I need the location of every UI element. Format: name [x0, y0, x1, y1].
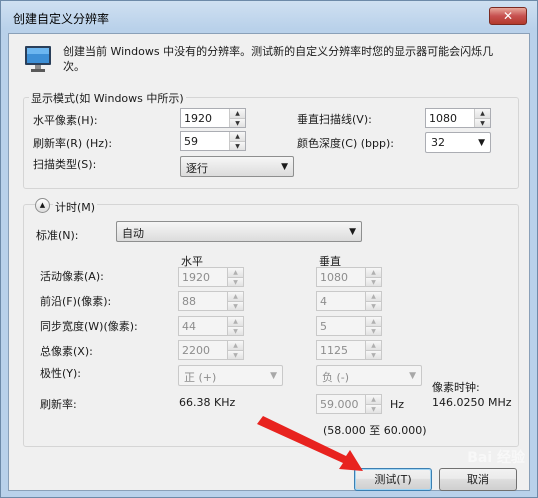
active-pixels-label: 活动像素(A):	[40, 270, 104, 283]
spinner-arrows[interactable]: ▲ ▼	[227, 292, 243, 310]
standard-dropdown[interactable]: 自动 ▼	[116, 221, 362, 242]
spinner-arrows[interactable]: ▲ ▼	[365, 395, 381, 413]
total-pixels-v-spinner[interactable]: 1125 ▲ ▼	[316, 340, 382, 360]
spinner-arrows[interactable]: ▲ ▼	[229, 132, 245, 150]
refresh-rate-label: 刷新率(R) (Hz):	[33, 137, 113, 150]
refresh-label: 刷新率:	[40, 398, 77, 411]
title-bar[interactable]: 创建自定义分辨率 ✕	[1, 1, 537, 33]
total-pixels-v-value: 1125	[320, 344, 348, 357]
scan-type-dropdown[interactable]: 逐行 ▼	[180, 156, 294, 177]
front-porch-v-value: 4	[320, 295, 327, 308]
polarity-h-value: 正 (+)	[184, 371, 217, 384]
vertical-refresh-spinner[interactable]: 59.000 ▲ ▼	[316, 394, 382, 414]
chevron-up-icon: ▲	[39, 201, 46, 209]
spinner-arrows[interactable]: ▲ ▼	[227, 268, 243, 286]
vertical-lines-value: 1080	[429, 112, 457, 125]
window-title: 创建自定义分辨率	[13, 12, 110, 26]
spinner-arrows[interactable]: ▲ ▼	[229, 109, 245, 127]
vertical-refresh-unit: Hz	[390, 398, 405, 411]
spinner-arrows[interactable]: ▲ ▼	[365, 292, 381, 310]
spinner-arrows[interactable]: ▲ ▼	[474, 109, 490, 127]
scan-type-value: 逐行	[186, 162, 208, 175]
polarity-label: 极性(Y):	[40, 367, 82, 380]
vertical-lines-spinner[interactable]: 1080 ▲ ▼	[425, 108, 491, 128]
test-button[interactable]: 测试(T)	[354, 468, 432, 491]
color-depth-dropdown[interactable]: 32 ▼	[425, 132, 491, 153]
polarity-h-dropdown[interactable]: 正 (+) ▼	[178, 365, 283, 386]
polarity-v-value: 负 (-)	[322, 371, 350, 384]
horizontal-pixels-value: 1920	[184, 112, 212, 125]
horizontal-refresh-value: 66.38 KHz	[179, 396, 236, 409]
spinner-arrows[interactable]: ▲ ▼	[227, 317, 243, 335]
horizontal-pixels-spinner[interactable]: 1920 ▲ ▼	[180, 108, 246, 128]
dialog-client-area: 创建当前 Windows 中没有的分辨率。测试新的自定义分辨率时您的显示器可能会…	[8, 33, 530, 491]
dialog-window: 创建自定义分辨率 ✕ 创建当前 Windows 中没有的分辨率。测试新的自定义分…	[0, 0, 538, 498]
pixel-clock-label: 像素时钟:	[432, 381, 480, 394]
collapse-timing-button[interactable]: ▲	[35, 198, 50, 213]
active-pixels-h-value: 1920	[182, 271, 210, 284]
timing-group-label: 计时(M)	[53, 199, 98, 215]
monitor-icon	[23, 44, 53, 74]
refresh-range: (58.000 至 60.000)	[323, 424, 427, 437]
total-pixels-h-spinner[interactable]: 2200 ▲ ▼	[178, 340, 244, 360]
spinner-arrows[interactable]: ▲ ▼	[227, 341, 243, 359]
sync-width-v-spinner[interactable]: 5 ▲ ▼	[316, 316, 382, 336]
color-depth-value: 32	[431, 136, 445, 149]
chevron-down-icon: ▼	[349, 227, 356, 237]
horizontal-pixels-label: 水平像素(H):	[33, 114, 98, 127]
color-depth-label: 颜色深度(C) (bpp):	[297, 137, 394, 150]
spinner-arrows[interactable]: ▲ ▼	[365, 341, 381, 359]
front-porch-h-value: 88	[182, 295, 196, 308]
polarity-v-dropdown[interactable]: 负 (-) ▼	[316, 365, 422, 386]
spinner-arrows[interactable]: ▲ ▼	[365, 317, 381, 335]
refresh-rate-value: 59	[184, 135, 198, 148]
cancel-button[interactable]: 取消	[439, 468, 517, 491]
standard-label: 标准(N):	[36, 229, 79, 242]
sync-width-h-value: 44	[182, 320, 196, 333]
chevron-down-icon: ▼	[409, 371, 416, 381]
sync-width-label: 同步宽度(W)(像素):	[40, 320, 138, 333]
pixel-clock-value: 146.0250 MHz	[432, 396, 512, 409]
intro-text: 创建当前 Windows 中没有的分辨率。测试新的自定义分辨率时您的显示器可能会…	[63, 45, 494, 73]
refresh-rate-spinner[interactable]: 59 ▲ ▼	[180, 131, 246, 151]
watermark: Bai 经验	[467, 450, 525, 466]
chevron-down-icon: ▼	[270, 371, 277, 381]
active-pixels-v-value: 1080	[320, 271, 348, 284]
active-pixels-v-spinner[interactable]: 1080 ▲ ▼	[316, 267, 382, 287]
sync-width-h-spinner[interactable]: 44 ▲ ▼	[178, 316, 244, 336]
spinner-arrows[interactable]: ▲ ▼	[365, 268, 381, 286]
vertical-lines-label: 垂直扫描线(V):	[297, 113, 372, 126]
front-porch-v-spinner[interactable]: 4 ▲ ▼	[316, 291, 382, 311]
scan-type-label: 扫描类型(S):	[33, 158, 97, 171]
vertical-refresh-value: 59.000	[320, 398, 359, 411]
front-porch-label: 前沿(F)(像素):	[40, 295, 112, 308]
sync-width-v-value: 5	[320, 320, 327, 333]
chevron-down-icon: ▼	[281, 162, 288, 172]
front-porch-h-spinner[interactable]: 88 ▲ ▼	[178, 291, 244, 311]
display-mode-group-label: 显示模式(如 Windows 中所示)	[29, 90, 186, 106]
standard-value: 自动	[122, 227, 144, 240]
chevron-down-icon: ▼	[478, 138, 485, 148]
close-button[interactable]: ✕	[489, 7, 527, 25]
active-pixels-h-spinner[interactable]: 1920 ▲ ▼	[178, 267, 244, 287]
total-pixels-h-value: 2200	[182, 344, 210, 357]
total-pixels-label: 总像素(X):	[40, 345, 93, 358]
